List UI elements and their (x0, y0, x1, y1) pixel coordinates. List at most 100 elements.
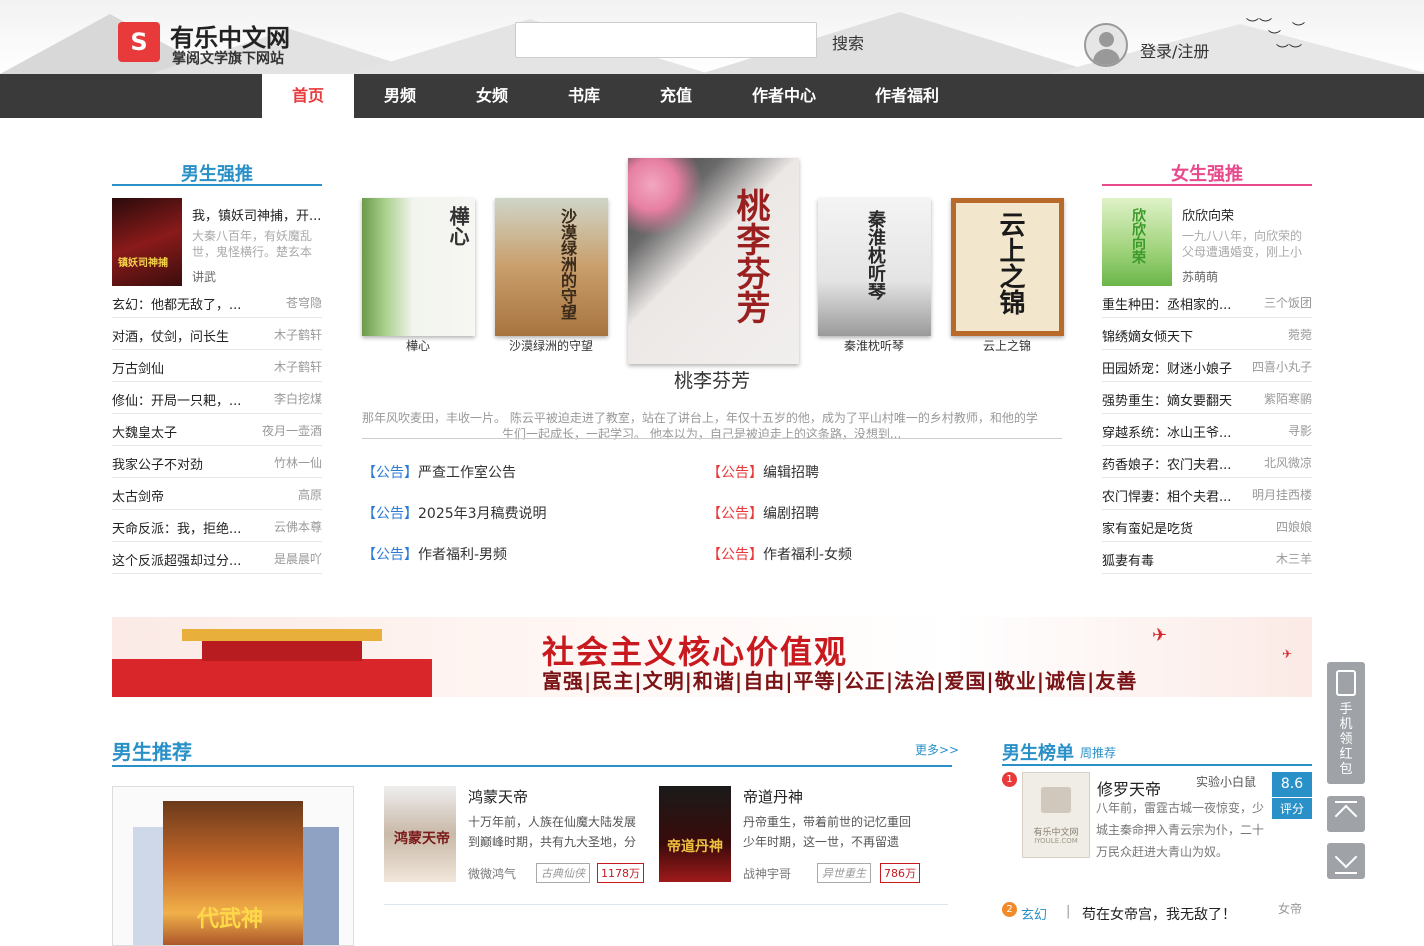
recommend-book-author[interactable]: 微微鸿气 (468, 865, 516, 882)
book-author[interactable]: 北风微凉 (1264, 454, 1312, 471)
notice-text[interactable]: 作者福利-男频 (418, 547, 507, 563)
list-item[interactable]: 狐妻有毒 木三羊 (1102, 542, 1312, 574)
book-title[interactable]: 家有蛮妃是吃货 (1102, 518, 1193, 537)
featured-cover[interactable]: 代武神 (163, 801, 303, 945)
nav-item-recharge[interactable]: 充值 (630, 74, 722, 118)
book-title[interactable]: 重生种田：丞相家的... (1102, 294, 1231, 313)
list-item[interactable]: 这个反派超强却过分... 是晨晨吖 (112, 542, 322, 574)
notice-text[interactable]: 作者福利-女频 (763, 547, 852, 563)
book-author[interactable]: 木子鹤轩 (274, 326, 322, 343)
list-item[interactable]: 田园娇宠：财迷小娘子 四喜小丸子 (1102, 350, 1312, 382)
book-author[interactable]: 木三羊 (1276, 550, 1312, 567)
notice-item[interactable]: 【公告】严查工作室公告 (362, 462, 516, 482)
book-title[interactable]: 修仙：开局一只耙，... (112, 390, 241, 409)
book-author[interactable]: 李白挖煤 (274, 390, 322, 407)
book-title[interactable]: 万古剑仙 (112, 358, 164, 377)
login-register-link[interactable]: 登录/注册 (1140, 38, 1209, 62)
list-item[interactable]: 药香娘子：农门夫君... 北风微凉 (1102, 446, 1312, 478)
notice-item[interactable]: 【公告】作者福利-男频 (362, 544, 507, 564)
search-button[interactable]: 搜索 (832, 30, 864, 54)
nav-item-male[interactable]: 男频 (354, 74, 446, 118)
book-author[interactable]: 明月挂西楼 (1252, 486, 1312, 503)
book-author[interactable]: 木子鹤轩 (274, 358, 322, 375)
list-item[interactable]: 农门悍妻：相个夫君... 明月挂西楼 (1102, 478, 1312, 510)
carousel-book-cover[interactable]: 秦淮枕听琴 (818, 198, 931, 336)
ranking-book-title[interactable]: 苟在女帝宫，我无敌了！ (1082, 904, 1236, 924)
recommend-book-author[interactable]: 战神宇哥 (743, 865, 791, 882)
scroll-top-button[interactable] (1327, 796, 1365, 832)
notice-text[interactable]: 编剧招聘 (763, 506, 819, 522)
logo-icon[interactable]: S (118, 22, 160, 62)
book-author[interactable]: 寻影 (1288, 422, 1312, 439)
featured-book-title[interactable]: 欣欣向荣 (1182, 205, 1314, 224)
list-item[interactable]: 万古剑仙 木子鹤轩 (112, 350, 322, 382)
ranking-genre[interactable]: 玄幻 (1021, 904, 1047, 923)
book-author[interactable]: 苍穹隐 (286, 294, 322, 311)
recommend-book-title[interactable]: 帝道丹神 (743, 786, 803, 807)
carousel-book-label[interactable]: 樺心 (358, 337, 478, 354)
book-title[interactable]: 大魏皇太子 (112, 422, 177, 441)
values-banner[interactable]: ✈ ✈ 社会主义核心价值观 富强|民主|文明|和谐|自由|平等|公正|法治|爱国… (112, 617, 1312, 697)
featured-book-author[interactable]: 苏萌萌 (1182, 268, 1218, 285)
book-author[interactable]: 竹林一仙 (274, 454, 322, 471)
book-author[interactable]: 紫陌寒鹂 (1264, 390, 1312, 407)
nav-item-author-center[interactable]: 作者中心 (730, 74, 838, 118)
ranking-book-author[interactable]: 实验小白鼠 (1196, 773, 1256, 790)
notice-text[interactable]: 严查工作室公告 (418, 465, 516, 481)
book-author[interactable]: 三个饭团 (1264, 294, 1312, 311)
genre-tag[interactable]: 异世重生 (817, 863, 871, 883)
book-title[interactable]: 强势重生：嫡女要翻天 (1102, 390, 1232, 409)
search-input[interactable] (515, 22, 817, 58)
carousel-book-cover[interactable]: 樺心 (362, 198, 475, 336)
list-item[interactable]: 大魏皇太子 夜月一壶酒 (112, 414, 322, 446)
ranking-book-cover[interactable]: 有乐中文网 IYOULE.COM (1022, 772, 1090, 858)
carousel-book-label[interactable]: 秦淮枕听琴 (814, 337, 934, 354)
nav-item-author-welfare[interactable]: 作者福利 (852, 74, 962, 118)
list-item[interactable]: 太古剑帝 高原 (112, 478, 322, 510)
carousel-active-title[interactable]: 桃李芬芳 (612, 366, 812, 393)
genre-tag[interactable]: 古典仙侠 (536, 863, 590, 883)
notice-text[interactable]: 2025年3月稿费说明 (418, 506, 547, 522)
list-item[interactable]: 重生种田：丞相家的... 三个饭团 (1102, 286, 1312, 318)
nav-item-female[interactable]: 女频 (446, 74, 538, 118)
carousel-book-label[interactable]: 沙漠绿洲的守望 (491, 337, 611, 354)
list-item[interactable]: 家有蛮妃是吃货 四娘娘 (1102, 510, 1312, 542)
recommend-book-cover[interactable]: 鸿蒙天帝 (384, 786, 456, 882)
recommend-book-title[interactable]: 鸿蒙天帝 (468, 786, 528, 807)
carousel-book-cover-active[interactable]: 桃李芬芳 (628, 158, 799, 364)
book-title[interactable]: 玄幻：他都无敌了，... (112, 294, 241, 313)
list-item[interactable]: 我家公子不对劲 竹林一仙 (112, 446, 322, 478)
book-title[interactable]: 穿越系统：冰山王爷... (1102, 422, 1231, 441)
featured-book-title[interactable]: 我，镇妖司神捕，开... (192, 205, 324, 224)
book-title[interactable]: 锦绣嫡女倾天下 (1102, 326, 1193, 345)
book-author[interactable]: 是晨晨吖 (274, 550, 322, 567)
notice-item[interactable]: 【公告】编剧招聘 (707, 503, 819, 523)
recommend-featured-frame[interactable]: 代武神 (112, 786, 354, 946)
list-item[interactable]: 修仙：开局一只耙，... 李白挖煤 (112, 382, 322, 414)
recommend-book-cover[interactable]: 帝道丹神 (659, 786, 731, 882)
book-title[interactable]: 对酒，仗剑，问长生 (112, 326, 229, 345)
book-author[interactable]: 云佛本尊 (274, 518, 322, 535)
book-author[interactable]: 四喜小丸子 (1252, 358, 1312, 375)
book-author[interactable]: 菀菀 (1288, 326, 1312, 343)
notice-text[interactable]: 编辑招聘 (763, 465, 819, 481)
carousel-book-cover[interactable]: 沙漠绿洲的守望 (495, 198, 608, 336)
list-item[interactable]: 对酒，仗剑，问长生 木子鹤轩 (112, 318, 322, 350)
book-author[interactable]: 四娘娘 (1276, 518, 1312, 535)
scroll-bottom-button[interactable] (1327, 843, 1365, 879)
nav-item-home[interactable]: 首页 (262, 74, 354, 118)
book-title[interactable]: 天命反派：我，拒绝... (112, 518, 241, 537)
nav-item-library[interactable]: 书库 (538, 74, 630, 118)
ranking-subtitle[interactable]: 周推荐 (1080, 744, 1116, 761)
featured-book-author[interactable]: 讲武 (192, 268, 216, 285)
notice-item[interactable]: 【公告】编辑招聘 (707, 462, 819, 482)
list-item[interactable]: 天命反派：我，拒绝... 云佛本尊 (112, 510, 322, 542)
carousel-book-label[interactable]: 云上之锦 (947, 337, 1067, 354)
list-item[interactable]: 玄幻：他都无敌了，... 苍穹隐 (112, 286, 322, 318)
book-title[interactable]: 我家公子不对劲 (112, 454, 203, 473)
list-item[interactable]: 穿越系统：冰山王爷... 寻影 (1102, 414, 1312, 446)
mobile-red-packet-button[interactable]: 手机领红包 (1327, 662, 1365, 784)
notice-item[interactable]: 【公告】作者福利-女频 (707, 544, 852, 564)
book-title[interactable]: 农门悍妻：相个夫君... (1102, 486, 1231, 505)
list-item[interactable]: 强势重生：嫡女要翻天 紫陌寒鹂 (1102, 382, 1312, 414)
